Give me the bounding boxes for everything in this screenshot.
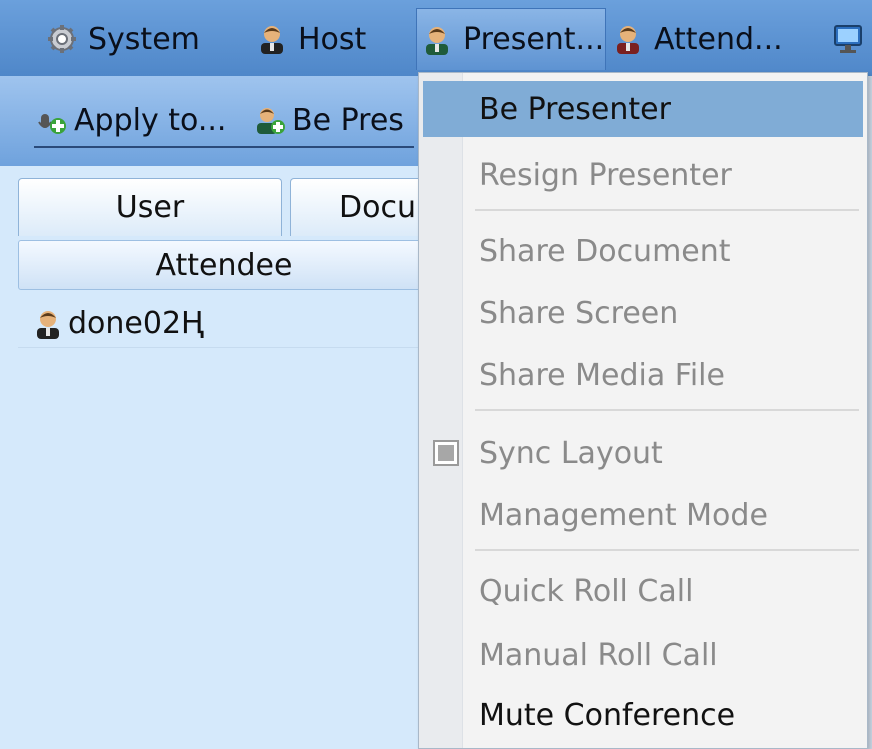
menu-system-label: System bbox=[88, 21, 200, 57]
tab-user[interactable]: User bbox=[18, 178, 282, 236]
tab-document-label: Docu bbox=[339, 190, 416, 225]
attendee-header-label: Attendee bbox=[155, 247, 293, 283]
user-name: done02Ⱨ bbox=[68, 306, 204, 341]
menu-item-label: Mute Conference bbox=[479, 697, 736, 733]
menu-item-share-document[interactable]: Share Document bbox=[423, 223, 863, 279]
be-presenter-icon bbox=[257, 108, 285, 134]
menu-host-label: Host bbox=[298, 21, 367, 57]
toolbar: Apply to... Be Pres bbox=[0, 76, 430, 166]
menu-presenter-label: Present... bbox=[463, 22, 605, 57]
attendee-column-header[interactable]: Attendee bbox=[18, 240, 430, 290]
menu-attendee-label: Attend... bbox=[654, 21, 783, 57]
apply-to-speak-label: Apply to... bbox=[74, 102, 227, 138]
menu-item-manual-roll-call[interactable]: Manual Roll Call bbox=[423, 627, 863, 683]
menu-item-resign-presenter[interactable]: Resign Presenter bbox=[423, 147, 863, 203]
gear-icon bbox=[48, 25, 76, 53]
user-icon bbox=[37, 310, 59, 339]
presenter-dropdown-menu: Be Presenter Resign Presenter Share Docu… bbox=[418, 72, 868, 749]
menu-view[interactable] bbox=[832, 8, 872, 70]
tab-document[interactable]: Docu bbox=[290, 178, 430, 236]
list-item[interactable]: done02Ⱨ bbox=[18, 300, 430, 348]
menu-host[interactable]: Host bbox=[256, 8, 366, 70]
menu-item-label: Quick Roll Call bbox=[479, 573, 694, 609]
attendee-panel: User Docu Attendee done02Ⱨ bbox=[0, 166, 430, 749]
menu-bar: System Host Present... Attend... bbox=[0, 0, 872, 76]
user-icon bbox=[261, 26, 283, 54]
tab-user-label: User bbox=[115, 190, 185, 225]
menu-item-label: Be Presenter bbox=[479, 91, 671, 127]
menu-item-label: Share Media File bbox=[479, 357, 725, 393]
menu-item-management-mode[interactable]: Management Mode bbox=[423, 487, 863, 543]
checkbox-icon bbox=[433, 440, 459, 466]
toolbar-divider bbox=[34, 146, 414, 148]
apply-speak-icon bbox=[38, 114, 66, 134]
attendee-icon bbox=[617, 26, 639, 54]
menu-item-label: Resign Presenter bbox=[479, 157, 732, 193]
menu-item-sync-layout[interactable]: Sync Layout bbox=[423, 425, 863, 481]
menu-item-share-screen[interactable]: Share Screen bbox=[423, 285, 863, 341]
menu-item-be-presenter[interactable]: Be Presenter bbox=[423, 81, 863, 137]
menu-separator bbox=[475, 549, 859, 551]
menu-item-label: Share Document bbox=[479, 233, 731, 269]
menu-item-share-media-file[interactable]: Share Media File bbox=[423, 347, 863, 403]
menu-item-label: Sync Layout bbox=[479, 435, 663, 471]
be-presenter-button[interactable]: Be Pres bbox=[254, 96, 404, 144]
menu-item-label: Management Mode bbox=[479, 497, 768, 533]
menu-presenter[interactable]: Present... bbox=[416, 8, 606, 70]
apply-to-speak-button[interactable]: Apply to... bbox=[36, 96, 226, 144]
menu-item-label: Share Screen bbox=[479, 295, 679, 331]
menu-item-label: Manual Roll Call bbox=[479, 637, 718, 673]
menu-separator bbox=[475, 209, 859, 211]
menu-item-mute-conference[interactable]: Mute Conference bbox=[423, 687, 863, 743]
menu-separator bbox=[475, 409, 859, 411]
right-window-edge bbox=[868, 76, 872, 749]
menu-attendee[interactable]: Attend... bbox=[612, 8, 783, 70]
monitor-icon bbox=[834, 25, 862, 53]
menu-item-quick-roll-call[interactable]: Quick Roll Call bbox=[423, 563, 863, 619]
menu-system[interactable]: System bbox=[46, 8, 200, 70]
presenter-icon bbox=[426, 26, 448, 55]
be-presenter-label: Be Pres bbox=[292, 102, 404, 138]
